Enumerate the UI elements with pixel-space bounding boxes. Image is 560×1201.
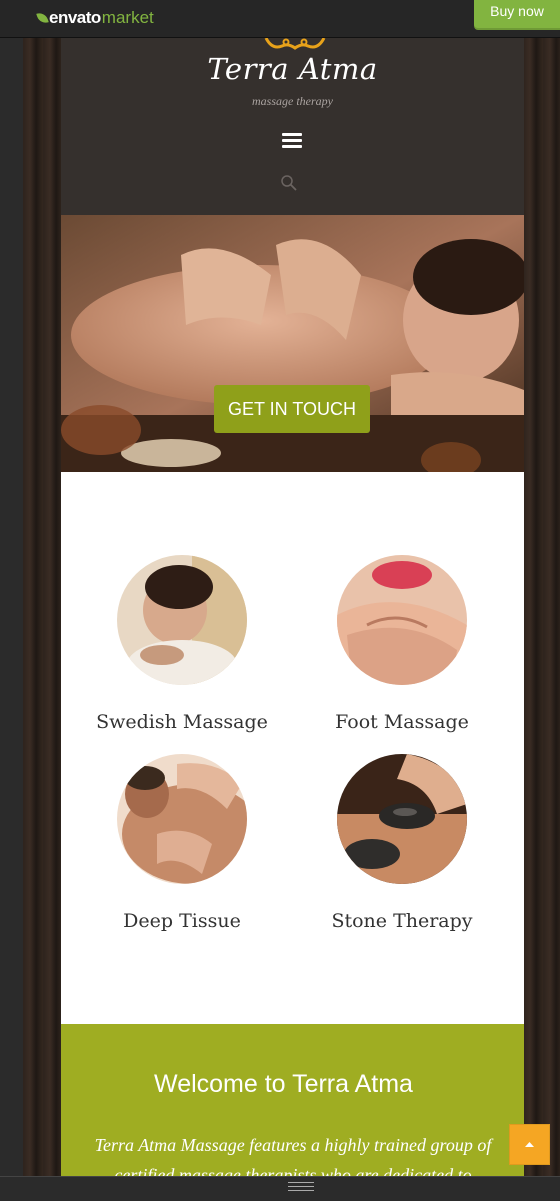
services-section: Swedish Massage Foot Massage Deep Tissue <box>61 472 524 1024</box>
envato-bar: envato market Buy now <box>0 0 560 38</box>
chevron-up-icon <box>525 1142 534 1147</box>
welcome-title: Welcome to Terra Atma <box>154 1070 413 1098</box>
envato-leaf-icon <box>36 10 49 26</box>
service-foot-massage[interactable]: Foot Massage <box>302 555 502 733</box>
deep-tissue-image <box>117 754 247 884</box>
hero-massage-image <box>61 215 524 472</box>
service-stone-therapy[interactable]: Stone Therapy <box>302 754 502 932</box>
site-title[interactable]: Terra Atma <box>61 52 524 86</box>
buy-now-button[interactable]: Buy now <box>474 0 560 28</box>
hero-banner: GET IN TOUCH <box>61 215 524 472</box>
service-name: Stone Therapy <box>331 910 473 932</box>
welcome-section: Welcome to Terra Atma Terra Atma Massage… <box>61 1024 524 1176</box>
site-header: Terra Atma massage therapy <box>61 38 524 215</box>
stone-therapy-image <box>337 754 467 884</box>
service-deep-tissue[interactable]: Deep Tissue <box>82 754 282 932</box>
resize-grip-icon[interactable] <box>288 1182 314 1191</box>
envato-logo[interactable]: envato market <box>36 8 154 28</box>
envato-brand-text: envato <box>49 8 101 27</box>
welcome-text: Terra Atma Massage features a highly tra… <box>94 1135 492 1176</box>
get-in-touch-button[interactable]: GET IN TOUCH <box>214 385 370 433</box>
logo-emblem-icon <box>264 38 326 50</box>
bottom-bar <box>0 1176 560 1201</box>
service-swedish-massage[interactable]: Swedish Massage <box>82 555 282 733</box>
left-frame <box>0 38 23 1176</box>
service-name: Swedish Massage <box>96 711 268 733</box>
site-page: Terra Atma massage therapy GET IN TOUCH … <box>61 38 524 1176</box>
swedish-massage-image <box>117 555 247 685</box>
scroll-to-top-button[interactable] <box>509 1124 550 1165</box>
search-icon[interactable] <box>280 174 298 192</box>
hamburger-icon[interactable] <box>282 133 302 149</box>
envato-market-text: market <box>101 8 154 27</box>
service-name: Foot Massage <box>335 711 469 733</box>
site-tagline: massage therapy <box>252 94 333 108</box>
service-name: Deep Tissue <box>123 910 241 932</box>
foot-massage-image <box>337 555 467 685</box>
